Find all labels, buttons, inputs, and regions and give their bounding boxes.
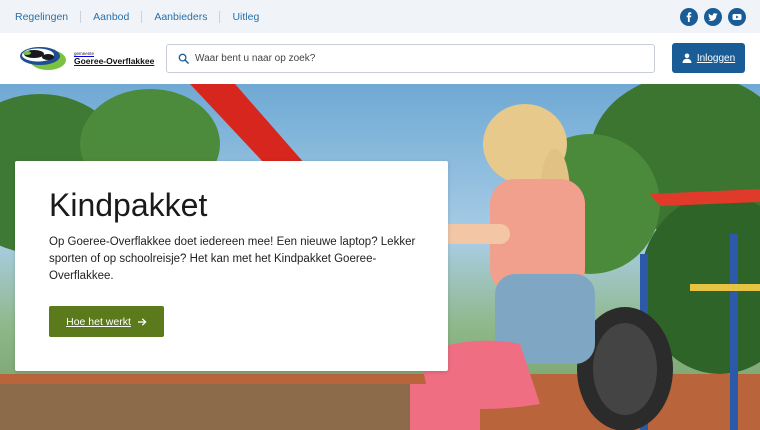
cta-label: Hoe het werkt (66, 315, 131, 328)
search-icon (178, 53, 189, 64)
youtube-icon[interactable] (728, 8, 746, 26)
nav-link-regelingen[interactable]: Regelingen (15, 11, 68, 23)
nav-link-aanbieders[interactable]: Aanbieders (154, 11, 207, 23)
search-input[interactable] (195, 53, 635, 64)
nav-divider (219, 10, 221, 23)
hero-card: Kindpakket Op Goeree-Overflakkee doet ie… (15, 161, 448, 371)
login-button[interactable]: Inloggen (672, 43, 745, 73)
twitter-icon[interactable] (704, 8, 722, 26)
site-logo[interactable]: gemeente Goeree-Overflakkee (14, 44, 154, 72)
login-label: Inloggen (696, 52, 736, 64)
how-it-works-button[interactable]: Hoe het werkt (49, 306, 164, 337)
social-links (680, 8, 746, 26)
top-nav: Regelingen Aanbod Aanbieders Uitleg (0, 10, 259, 23)
site-header: gemeente Goeree-Overflakkee Inloggen (0, 33, 760, 84)
arrow-right-icon (137, 317, 147, 326)
top-bar: Regelingen Aanbod Aanbieders Uitleg (0, 0, 760, 33)
hero-title: Kindpakket (49, 187, 208, 223)
logo-text: gemeente Goeree-Overflakkee (74, 51, 154, 66)
logo-main-text: Goeree-Overflakkee (74, 55, 155, 66)
nav-link-uitleg[interactable]: Uitleg (232, 11, 259, 23)
nav-divider (141, 10, 143, 23)
hero-section: Kindpakket Op Goeree-Overflakkee doet ie… (0, 84, 760, 430)
facebook-icon[interactable] (680, 8, 698, 26)
search-bar (166, 44, 655, 73)
user-icon (682, 53, 692, 63)
hero-description: Op Goeree-Overflakkee doet iedereen mee!… (49, 236, 416, 282)
nav-link-aanbod[interactable]: Aanbod (93, 11, 129, 23)
nav-divider (80, 10, 82, 23)
logo-mark-icon (20, 47, 66, 70)
